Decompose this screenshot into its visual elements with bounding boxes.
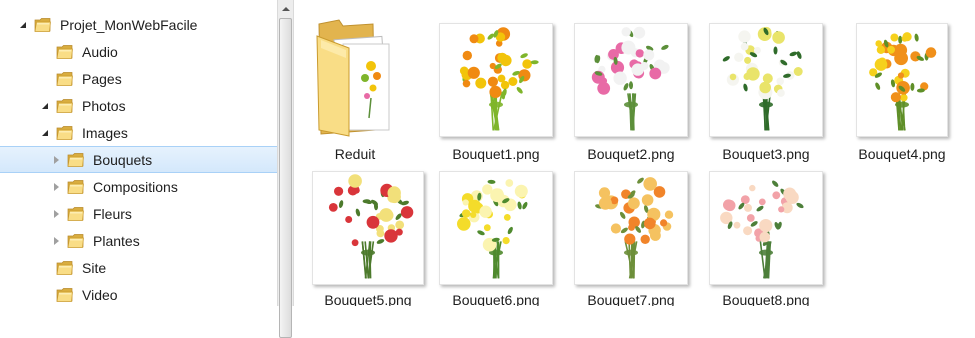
tree-item-photos[interactable]: Photos xyxy=(40,92,277,119)
tree-item-label: Bouquets xyxy=(93,152,152,168)
tree-item-label: Pages xyxy=(82,71,122,87)
tree-scrollbar[interactable] xyxy=(277,0,294,306)
folder-icon xyxy=(56,125,74,141)
tree-item-label: Video xyxy=(82,287,118,303)
bouquet-thumbnail xyxy=(439,23,553,137)
tree-item-video[interactable]: Video xyxy=(40,281,277,306)
folder-icon xyxy=(67,152,85,168)
bouquet-thumbnail xyxy=(439,171,553,285)
collapsed-arrow-icon[interactable] xyxy=(51,209,61,219)
folder-icon xyxy=(56,98,74,114)
image-file-item[interactable]: Bouquet4.png xyxy=(837,23,967,166)
folder-icon xyxy=(67,206,85,222)
tree-item-label: Images xyxy=(82,125,128,141)
bouquet-thumbnail xyxy=(856,23,948,137)
folder-item[interactable]: Reduit xyxy=(295,18,420,166)
bouquet-thumbnail xyxy=(574,171,688,285)
bouquet-thumbnail xyxy=(574,23,688,137)
tree-item-label: Fleurs xyxy=(93,206,132,222)
folder-icon xyxy=(67,233,85,249)
navigation-tree: Projet_MonWebFacile Audio Pages Photos Image… xyxy=(0,0,277,306)
bouquet-thumbnail xyxy=(312,171,424,285)
image-file-item[interactable]: Bouquet5.png xyxy=(303,171,433,306)
tree-item-label: Projet_MonWebFacile xyxy=(60,17,197,33)
scrollbar-thumb[interactable] xyxy=(279,18,292,338)
large-folder-icon xyxy=(313,18,397,141)
expanded-arrow-icon[interactable] xyxy=(40,101,50,111)
tree-item-label: Compositions xyxy=(93,179,178,195)
scroll-up-arrow-icon[interactable] xyxy=(278,0,293,17)
tree-item-compositions[interactable]: Compositions xyxy=(51,173,277,200)
image-file-item[interactable]: Bouquet7.png xyxy=(566,171,696,306)
tree-item-label: Photos xyxy=(82,98,126,114)
bouquet-thumbnail xyxy=(709,171,823,285)
bouquet-thumbnail xyxy=(709,23,823,137)
tree-item-site[interactable]: Site xyxy=(40,254,277,281)
folder-icon xyxy=(56,260,74,276)
tree-item-label: Site xyxy=(82,260,106,276)
collapsed-arrow-icon[interactable] xyxy=(51,236,61,246)
image-file-item[interactable]: Bouquet3.png xyxy=(701,23,831,166)
tree-item-audio[interactable]: Audio xyxy=(40,38,277,65)
file-name-label: Bouquet8.png xyxy=(681,292,851,306)
tree-item-label: Audio xyxy=(82,44,118,60)
collapsed-arrow-icon[interactable] xyxy=(51,182,61,192)
tree-item-images[interactable]: Images xyxy=(40,119,277,146)
folder-icon xyxy=(56,44,74,60)
tree-item-pages[interactable]: Pages xyxy=(40,65,277,92)
file-list-pane: ReduitBouquet1.pngBouquet2.pngBouquet3.p… xyxy=(295,0,975,306)
expanded-arrow-icon[interactable] xyxy=(18,20,28,30)
image-file-item[interactable]: Bouquet6.png xyxy=(431,171,561,306)
image-file-item[interactable]: Bouquet8.png xyxy=(701,171,831,306)
tree-item-bouquets[interactable]: Bouquets xyxy=(0,146,277,173)
tree-item-label: Plantes xyxy=(93,233,140,249)
tree-item-projet-monwebfacile[interactable]: Projet_MonWebFacile xyxy=(18,11,277,38)
file-name-label: Bouquet4.png xyxy=(817,146,975,162)
expanded-arrow-icon[interactable] xyxy=(40,128,50,138)
image-file-item[interactable]: Bouquet1.png xyxy=(431,23,561,166)
folder-icon xyxy=(34,17,52,33)
image-file-item[interactable]: Bouquet2.png xyxy=(566,23,696,166)
folder-icon xyxy=(56,71,74,87)
folder-icon xyxy=(56,287,74,303)
tree-item-plantes[interactable]: Plantes xyxy=(51,227,277,254)
folder-icon xyxy=(67,179,85,195)
collapsed-arrow-icon[interactable] xyxy=(51,155,61,165)
tree-item-fleurs[interactable]: Fleurs xyxy=(51,200,277,227)
